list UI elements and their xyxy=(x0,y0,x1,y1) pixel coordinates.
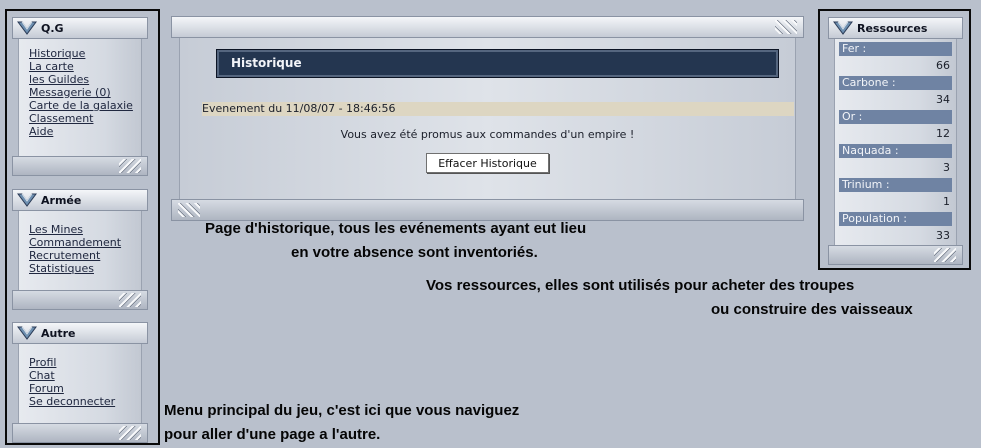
history-panel-bottom-bar xyxy=(171,199,804,221)
menu-link-chat[interactable]: Chat xyxy=(29,369,55,382)
menu-link-les-mines[interactable]: Les Mines xyxy=(29,223,83,236)
clear-history-button[interactable]: Effacer Historique xyxy=(426,153,549,173)
menu-panel-autre: Autre Profil Chat Forum Se deconnecter xyxy=(12,322,148,443)
menu-panel-armee: Armée Les Mines Commandement Recrutement… xyxy=(12,189,148,310)
resource-label: Naquada : xyxy=(839,144,952,158)
resource-item-carbone: Carbone : 34 xyxy=(839,76,952,110)
resource-label: Fer : xyxy=(839,42,952,56)
menu-panel-armee-footer xyxy=(12,290,148,310)
menu-link-carte-galaxie[interactable]: Carte de la galaxie xyxy=(29,99,133,112)
menu-panel-autre-header: Autre xyxy=(12,322,148,344)
menu-link-classement[interactable]: Classement xyxy=(29,112,93,125)
history-panel-body: Historique Evenement du 11/08/07 - 18:46… xyxy=(179,38,796,199)
annotation-menu-line2: pour aller d'une page a l'autre. xyxy=(164,426,381,443)
chevron-logo-icon xyxy=(833,21,853,35)
resource-label: Or : xyxy=(839,110,952,124)
resources-panel-header: Ressources xyxy=(828,17,963,39)
menu-link-recrutement[interactable]: Recrutement xyxy=(29,249,100,262)
resource-value: 12 xyxy=(936,127,950,140)
annotation-resources-line2: ou construire des vaisseaux xyxy=(711,301,913,318)
event-message: Vous avez été promus aux commandes d'un … xyxy=(340,128,635,141)
menu-link-messagerie[interactable]: Messagerie (0) xyxy=(29,86,111,99)
event-date-row: Evenement du 11/08/07 - 18:46:56 xyxy=(202,102,794,116)
resource-value: 3 xyxy=(943,161,950,174)
annotation-history-line1: Page d'historique, tous les evénements a… xyxy=(205,220,587,237)
menu-panel-qg-footer xyxy=(12,156,148,176)
menu-panel-autre-footer xyxy=(12,423,148,443)
menu-link-historique[interactable]: Historique xyxy=(29,47,85,60)
menu-link-profil[interactable]: Profil xyxy=(29,356,56,369)
resource-item-population: Population : 33 xyxy=(839,212,952,246)
resource-label: Trinium : xyxy=(839,178,952,192)
menu-link-la-carte[interactable]: La carte xyxy=(29,60,74,73)
resources-panel-title: Ressources xyxy=(857,21,928,35)
menu-panel-armee-title: Armée xyxy=(41,193,82,207)
resource-label: Carbone : xyxy=(839,76,952,90)
resource-item-trinium: Trinium : 1 xyxy=(839,178,952,212)
resource-value: 1 xyxy=(943,195,950,208)
menu-link-statistiques[interactable]: Statistiques xyxy=(29,262,94,275)
resources-panel-footer xyxy=(828,245,963,265)
page-title: Historique xyxy=(216,49,779,78)
menu-panel-qg: Q.G Historique La carte les Guildes Mess… xyxy=(12,17,148,176)
resource-value: 34 xyxy=(936,93,950,106)
menu-link-forum[interactable]: Forum xyxy=(29,382,64,395)
resource-item-naquada: Naquada : 3 xyxy=(839,144,952,178)
menu-panel-qg-title: Q.G xyxy=(41,21,64,35)
resource-label: Population : xyxy=(839,212,952,226)
annotation-resources-line1: Vos ressources, elles sont utilisés pour… xyxy=(426,277,855,294)
menu-panel-armee-body: Les Mines Commandement Recrutement Stati… xyxy=(18,211,142,290)
menu-link-les-guildes[interactable]: les Guildes xyxy=(29,73,89,86)
annotation-menu-line1: Menu principal du jeu, c'est ici que vou… xyxy=(164,402,520,419)
menu-link-commandement[interactable]: Commandement xyxy=(29,236,121,249)
menu-panel-qg-body: Historique La carte les Guildes Messager… xyxy=(18,39,142,156)
history-panel-top-bar xyxy=(171,16,804,38)
history-panel: Historique Evenement du 11/08/07 - 18:46… xyxy=(171,16,804,221)
menu-link-se-deconnecter[interactable]: Se deconnecter xyxy=(29,395,115,408)
resource-value: 66 xyxy=(936,59,950,72)
annotation-history-line2: en votre absence sont inventoriés. xyxy=(291,244,538,261)
chevron-logo-icon xyxy=(17,326,37,340)
menu-panel-armee-header: Armée xyxy=(12,189,148,211)
menu-link-aide[interactable]: Aide xyxy=(29,125,53,138)
resource-item-or: Or : 12 xyxy=(839,110,952,144)
menu-panel-autre-title: Autre xyxy=(41,326,76,340)
menu-panel-qg-header: Q.G xyxy=(12,17,148,39)
resources-panel: Ressources Fer : 66 Carbone : 34 Or : 12… xyxy=(828,17,963,265)
resource-item-fer: Fer : 66 xyxy=(839,42,952,76)
resource-value: 33 xyxy=(936,229,950,242)
resources-panel-body: Fer : 66 Carbone : 34 Or : 12 Naquada : … xyxy=(834,39,957,245)
chevron-logo-icon xyxy=(17,193,37,207)
menu-panel-autre-body: Profil Chat Forum Se deconnecter xyxy=(18,344,142,423)
chevron-logo-icon xyxy=(17,21,37,35)
